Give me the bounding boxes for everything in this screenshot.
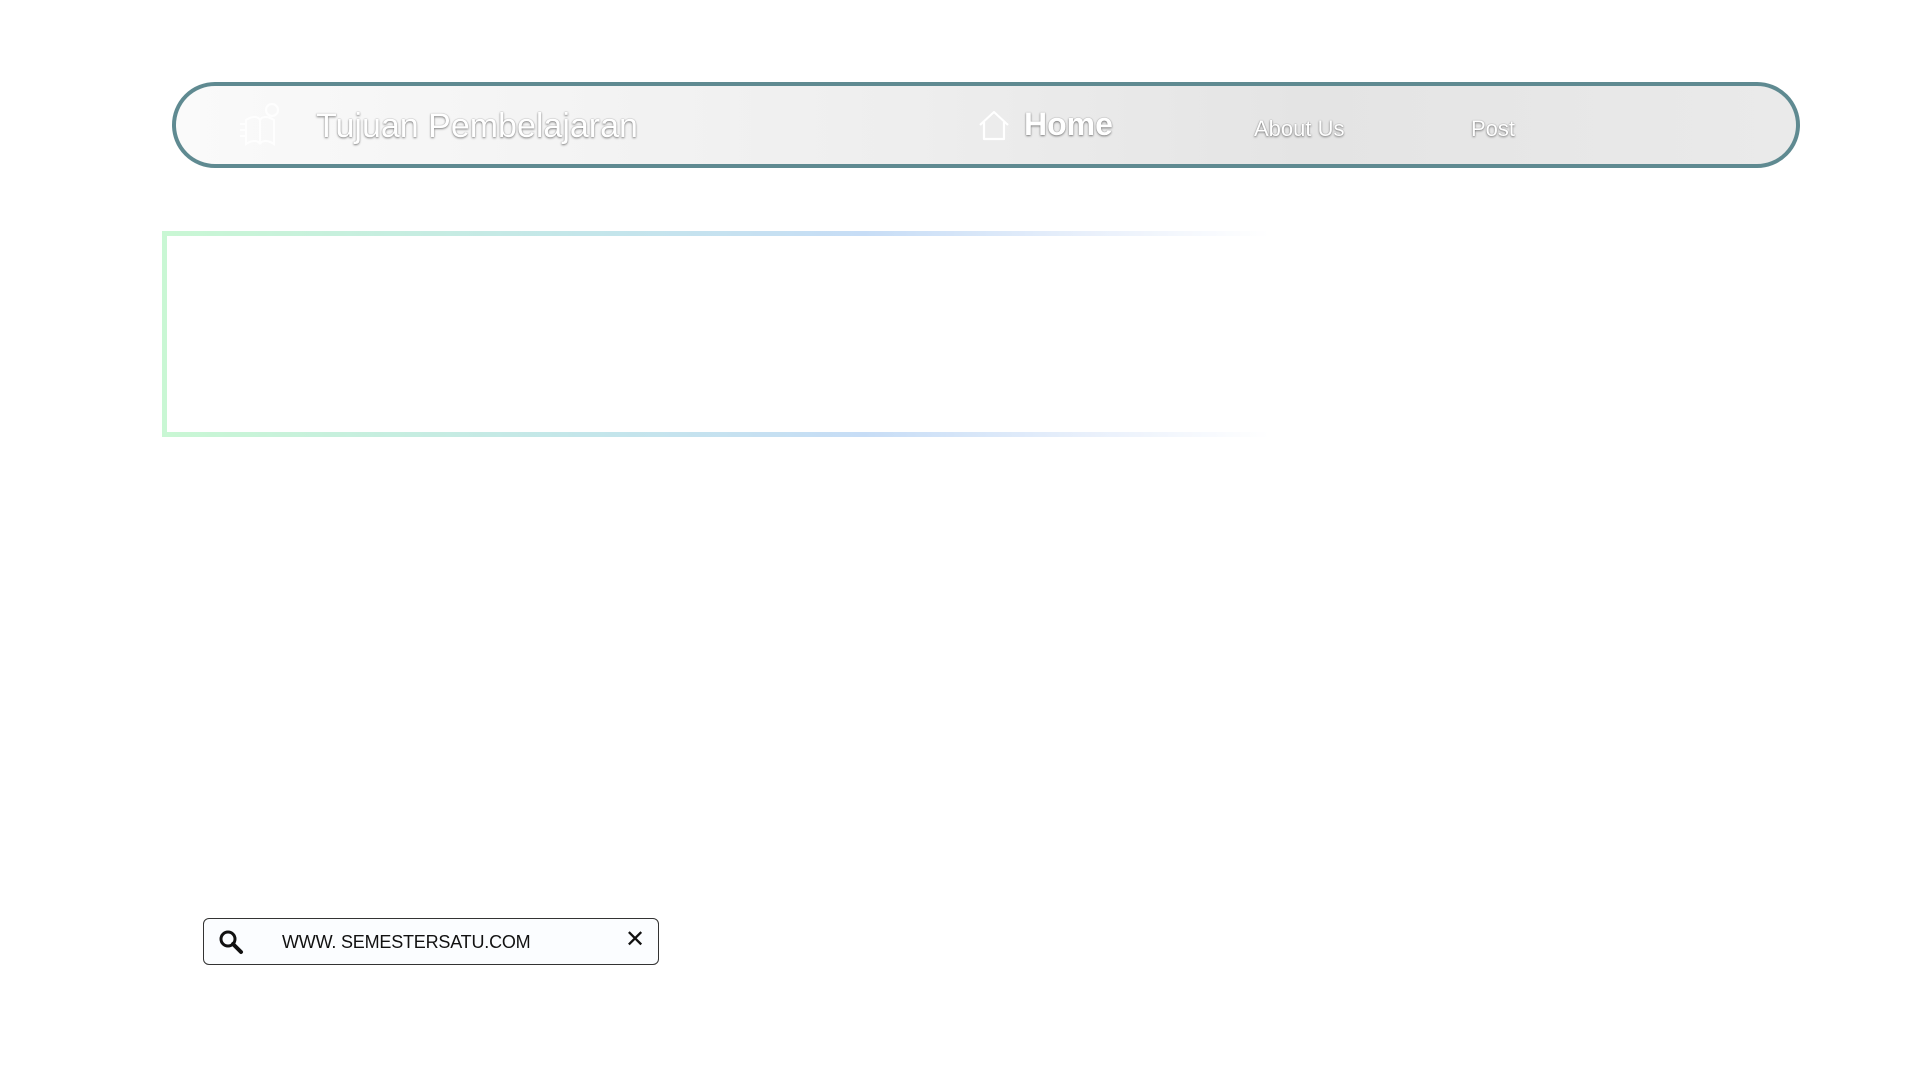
- nav-home-link[interactable]: Home: [976, 106, 1113, 143]
- brand-title: Tujuan Pembelajaran: [316, 107, 638, 145]
- content-frame: [162, 231, 1562, 437]
- nav-post-link[interactable]: Post: [1471, 116, 1515, 142]
- search-icon[interactable]: [218, 929, 244, 955]
- nav-about-us-link[interactable]: About Us: [1254, 116, 1345, 142]
- top-navbar: Tujuan Pembelajaran Home About Us Post: [172, 82, 1800, 168]
- url-search-bar[interactable]: WWW. SEMESTERSATU.COM ✕: [203, 918, 659, 965]
- url-text: WWW. SEMESTERSATU.COM: [282, 932, 531, 952]
- reading-book-icon: [232, 98, 288, 154]
- nav-home-label: Home: [1024, 106, 1113, 142]
- close-icon[interactable]: ✕: [622, 927, 648, 953]
- home-icon: [976, 107, 1012, 143]
